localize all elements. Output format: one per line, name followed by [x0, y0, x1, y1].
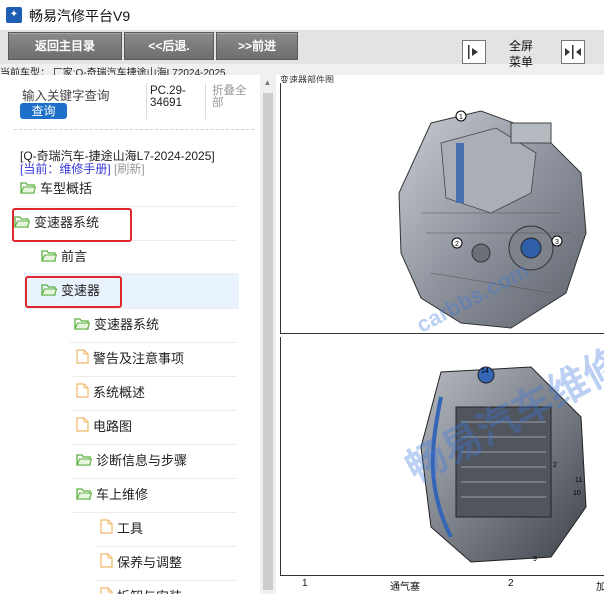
- query-button[interactable]: 查询: [20, 103, 67, 119]
- arrows-inward-icon: [565, 45, 581, 59]
- document-icon: [100, 552, 113, 575]
- left-scrollbar[interactable]: ▲: [260, 75, 275, 594]
- table-cell: 通气塞: [390, 582, 420, 593]
- folder-open-icon: [76, 485, 93, 507]
- tree-item-label: 变速器系统: [94, 317, 160, 332]
- highlight-box-transmission: [25, 276, 122, 308]
- menu-label[interactable]: 菜单: [505, 54, 537, 70]
- collapse-line2: 部: [212, 97, 224, 109]
- document-viewer: 变速器部件图 1 2 3 14 2 11 10 9 carbbs.com 畅易汽…: [276, 75, 604, 594]
- row-divider: [37, 274, 236, 275]
- tree-item[interactable]: 保养与调整: [100, 552, 182, 574]
- callout-2b: 2: [553, 462, 557, 469]
- title-bar: ✦ 畅易汽修平台V9: [0, 0, 604, 31]
- callout-10: 10: [573, 490, 581, 497]
- callout-9: 9: [533, 556, 537, 563]
- folder-open-icon: [76, 451, 93, 473]
- collapse-line1: 折叠全: [212, 85, 247, 97]
- app-icon: ✦: [6, 7, 22, 23]
- tree-item-label: 工具: [117, 521, 144, 536]
- back-to-main-button[interactable]: 返回主目录: [8, 32, 122, 60]
- left-nav-panel: 输入关键字查询 查询 PC.29- 34691 折叠全 部 [Q-奇瑞汽车-捷途…: [0, 75, 260, 594]
- part-code-line2: 34691: [150, 97, 182, 109]
- tree-item-label: 警告及注意事项: [93, 351, 185, 366]
- window-title: 畅易汽修平台V9: [29, 8, 131, 24]
- back-button[interactable]: <<后退.: [124, 32, 214, 60]
- row-divider: [72, 410, 236, 411]
- arrow-right-icon: [468, 45, 478, 59]
- row-divider: [72, 512, 236, 513]
- row-divider: [72, 444, 236, 445]
- document-icon: [76, 382, 89, 405]
- tree-item[interactable]: 警告及注意事项: [76, 348, 184, 370]
- collapse-all-button[interactable]: 折叠全 部: [212, 85, 247, 109]
- document-icon: [100, 586, 113, 594]
- parts-table-row: 1 通气塞 2 加: [280, 575, 604, 594]
- tree-item-label: 系统概述: [93, 385, 146, 400]
- divider: [205, 83, 206, 119]
- tree-item[interactable]: 车型概括: [20, 178, 92, 200]
- row-divider: [72, 376, 236, 377]
- tree-item-label: 诊断信息与步骤: [96, 453, 188, 468]
- callout-3: 3: [555, 239, 559, 246]
- row-divider: [72, 478, 236, 479]
- fullscreen-label[interactable]: 全屏: [505, 38, 537, 54]
- fit-width-button[interactable]: [561, 40, 585, 64]
- tree-item-label: 电路图: [93, 419, 133, 434]
- folder-open-icon: [20, 179, 37, 201]
- callout-2: 2: [455, 241, 459, 248]
- transmission-illustration-top: 1 2 3: [398, 110, 587, 329]
- current-manual-label: [当前：维修手册]: [20, 162, 111, 176]
- table-cell: 2: [508, 578, 514, 589]
- part-code-line1: PC.29-: [150, 85, 186, 97]
- tree-item[interactable]: 诊断信息与步骤: [76, 450, 187, 472]
- callout-14: 14: [481, 368, 489, 375]
- part-code: PC.29- 34691: [150, 85, 186, 109]
- document-icon: [76, 348, 89, 371]
- tree-item-label: 车上维修: [96, 487, 149, 502]
- refresh-link[interactable]: [刷新]: [114, 162, 145, 176]
- tree-item-label: 保养与调整: [117, 555, 183, 570]
- row-divider: [16, 206, 236, 207]
- table-cell: 加: [596, 582, 604, 593]
- forward-button[interactable]: >>前进: [216, 32, 298, 60]
- highlight-box-transmission-system: [12, 208, 132, 242]
- tree-item[interactable]: 系统概述: [76, 382, 145, 404]
- folder-open-icon: [41, 247, 58, 269]
- tree-item-label: 拆卸与安装: [117, 589, 182, 594]
- callout-11: 11: [575, 477, 582, 484]
- current-manual: [当前：维修手册] [刷新]: [20, 160, 145, 177]
- row-divider: [96, 580, 236, 581]
- row-divider: [37, 308, 236, 309]
- search-input[interactable]: 输入关键字查询: [22, 85, 110, 104]
- tree-item[interactable]: 拆卸与安装: [100, 586, 182, 594]
- divider: [14, 129, 254, 130]
- transmission-figure-top: 1 2 3: [280, 83, 604, 334]
- callout-1: 1: [459, 114, 463, 121]
- row-divider: [96, 546, 236, 547]
- scroll-thumb[interactable]: [263, 93, 273, 590]
- scroll-up-icon[interactable]: ▲: [260, 75, 275, 90]
- fullscreen-menu-label[interactable]: 全屏 菜单: [505, 38, 537, 70]
- divider: [146, 83, 147, 119]
- tree-item[interactable]: 工具: [100, 518, 143, 540]
- tree-item-label: 前言: [61, 249, 88, 264]
- tree-item[interactable]: 车上维修: [76, 484, 148, 506]
- expand-panel-button[interactable]: [462, 40, 486, 64]
- document-icon: [76, 416, 89, 439]
- row-divider: [70, 342, 236, 343]
- table-cell: 1: [302, 578, 308, 589]
- tree-item[interactable]: 变速器系统: [74, 314, 159, 336]
- folder-open-icon: [74, 315, 91, 337]
- tree-item[interactable]: 前言: [41, 246, 87, 268]
- document-icon: [100, 518, 113, 541]
- tree-item[interactable]: 电路图: [76, 416, 132, 438]
- tree-item-label: 车型概括: [40, 181, 93, 196]
